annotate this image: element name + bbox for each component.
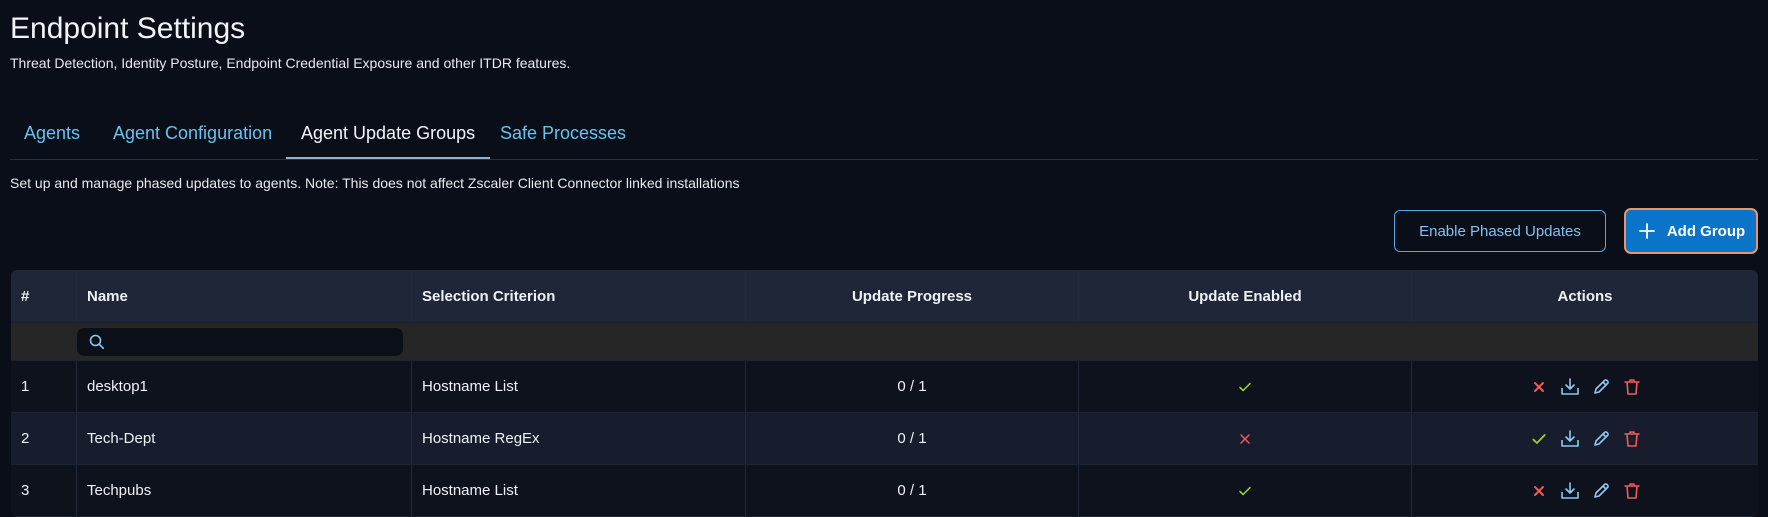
row-criterion: Hostname RegEx: [412, 413, 746, 464]
row-name: desktop1: [77, 361, 412, 412]
enable-check-icon[interactable]: [1529, 429, 1549, 449]
row-enabled: [1079, 361, 1412, 412]
pencil-icon[interactable]: [1591, 429, 1611, 449]
table-row[interactable]: 1 desktop1 Hostname List 0 / 1: [11, 361, 1758, 413]
page-subtitle: Threat Detection, Identity Posture, Endp…: [10, 55, 571, 71]
row-index: 2: [11, 413, 77, 464]
row-enabled: [1079, 465, 1412, 516]
table-row[interactable]: 2 Tech-Dept Hostname RegEx 0 / 1: [11, 413, 1758, 465]
row-criterion: Hostname List: [412, 361, 746, 412]
disable-x-icon[interactable]: [1529, 377, 1549, 397]
tab-safe-processes[interactable]: Safe Processes: [500, 123, 626, 159]
check-icon: [1235, 377, 1255, 397]
row-actions: [1412, 361, 1758, 412]
name-search-input[interactable]: [112, 332, 403, 351]
filter-cell-empty: [11, 323, 77, 360]
add-group-label: Add Group: [1666, 222, 1746, 240]
plus-icon: [1637, 221, 1657, 241]
row-enabled: [1079, 413, 1412, 464]
tab-agent-update-groups[interactable]: Agent Update Groups: [286, 123, 491, 159]
name-filter-cell: [77, 323, 403, 360]
column-header-update-progress[interactable]: Update Progress: [746, 270, 1079, 322]
add-group-button[interactable]: Add Group: [1624, 208, 1758, 254]
table-row[interactable]: 3 Techpubs Hostname List 0 / 1: [11, 465, 1758, 517]
x-icon: [1235, 429, 1255, 449]
row-progress: 0 / 1: [746, 361, 1079, 412]
pencil-icon[interactable]: [1591, 481, 1611, 501]
disable-x-icon[interactable]: [1529, 481, 1549, 501]
download-icon[interactable]: [1560, 377, 1580, 397]
tab-agent-configuration[interactable]: Agent Configuration: [113, 123, 272, 159]
trash-icon[interactable]: [1622, 481, 1642, 501]
row-actions: [1412, 413, 1758, 464]
row-name: Tech-Dept: [77, 413, 412, 464]
column-header-index[interactable]: #: [11, 270, 77, 322]
check-icon: [1235, 481, 1255, 501]
pencil-icon[interactable]: [1591, 377, 1611, 397]
download-icon[interactable]: [1560, 429, 1580, 449]
download-icon[interactable]: [1560, 481, 1580, 501]
trash-icon[interactable]: [1622, 377, 1642, 397]
name-search-box[interactable]: [77, 327, 403, 356]
row-index: 1: [11, 361, 77, 412]
row-name: Techpubs: [77, 465, 412, 516]
row-progress: 0 / 1: [746, 465, 1079, 516]
update-groups-table: # Name Selection Criterion Update Progre…: [11, 270, 1758, 517]
table-filter-row: [11, 323, 1758, 361]
column-header-actions: Actions: [1557, 287, 1613, 305]
row-progress: 0 / 1: [746, 413, 1079, 464]
trash-icon[interactable]: [1622, 429, 1642, 449]
enable-phased-updates-button[interactable]: Enable Phased Updates: [1394, 210, 1606, 252]
column-header-update-enabled[interactable]: Update Enabled: [1079, 270, 1412, 322]
table-header-row: # Name Selection Criterion Update Progre…: [11, 270, 1758, 323]
search-icon: [87, 332, 107, 352]
column-header-selection-criterion[interactable]: Selection Criterion: [412, 270, 746, 322]
tab-description: Set up and manage phased updates to agen…: [10, 175, 740, 191]
row-criterion: Hostname List: [412, 465, 746, 516]
row-index: 3: [11, 465, 77, 516]
tab-agents[interactable]: Agents: [24, 123, 80, 159]
page-title: Endpoint Settings: [10, 12, 246, 45]
column-header-name[interactable]: Name: [77, 270, 412, 322]
tab-bar: Agents Agent Configuration Agent Update …: [10, 113, 1758, 160]
row-actions: [1412, 465, 1758, 516]
